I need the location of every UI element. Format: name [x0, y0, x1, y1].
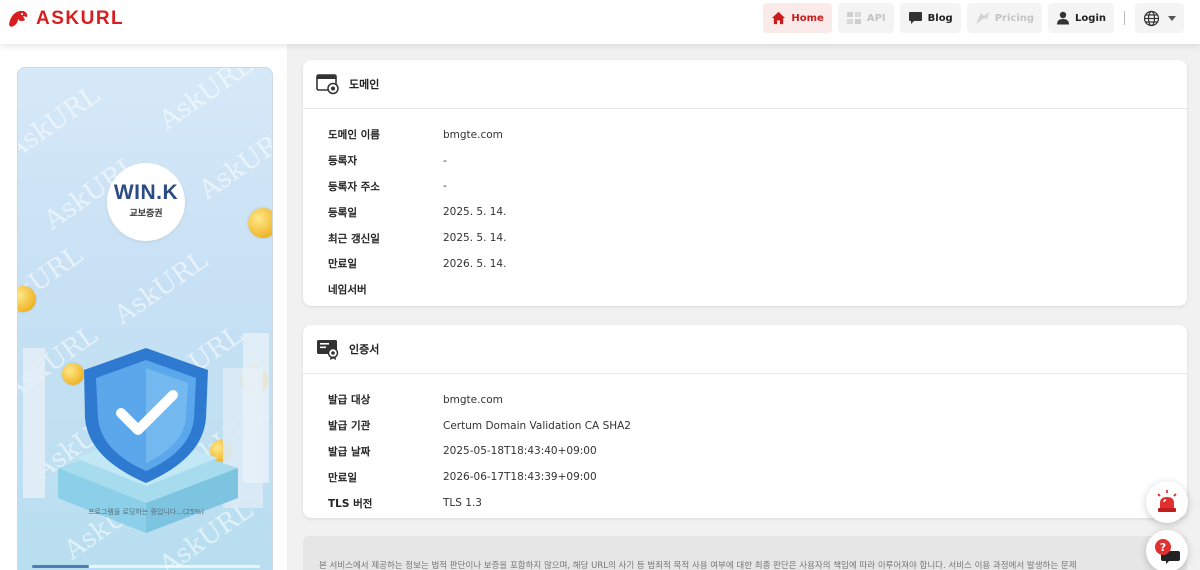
nav-login[interactable]: Login — [1048, 3, 1114, 33]
dragon-logo-icon — [9, 10, 28, 27]
site-screenshot: AskURL AskURL AskURL AskURL AskURL AskUR… — [17, 67, 273, 570]
info-row: 등록자 주소 - — [303, 174, 1187, 200]
logo-main-text: WIN.K — [113, 181, 179, 204]
domain-info-rows: 도메인 이름 bmgte.com 등록자 - 등록자 주소 - 등록일 2025. 5.… — [303, 109, 1187, 303]
nav-divider — [1124, 11, 1125, 25]
certificate-icon — [317, 340, 339, 360]
row-value: Certum Domain Validation CA SHA2 — [443, 419, 631, 432]
card-title: 인증서 — [349, 343, 380, 356]
svg-text:?: ? — [1160, 541, 1166, 554]
row-label: 최근 갱신일 — [328, 232, 380, 245]
info-row: 만료일 2026-06-17T18:43:39+09:00 — [303, 464, 1187, 490]
info-row: 발급 대상 bmgte.com — [303, 387, 1187, 413]
wink-logo: WIN.K 교보증권 — [107, 163, 185, 241]
row-value: TLS 1.3 — [443, 497, 482, 510]
row-label: 발급 대상 — [328, 394, 371, 407]
row-label: 네임서버 — [328, 284, 367, 297]
nav-label: API — [866, 12, 886, 24]
nav-blog[interactable]: Blog — [899, 3, 961, 33]
watermark: AskURL — [154, 67, 259, 136]
nav-home[interactable]: Home — [763, 3, 832, 33]
row-label: 등록일 — [328, 206, 357, 219]
row-value: - — [443, 154, 447, 167]
brand-name: ASKURL — [36, 8, 125, 29]
info-row: 등록자 - — [303, 148, 1187, 174]
info-row: 발급 기관 Certum Domain Validation CA SHA2 — [303, 413, 1187, 439]
row-label: 발급 기관 — [328, 420, 371, 433]
screenshot-panel: AskURL AskURL AskURL AskURL AskURL AskUR… — [0, 44, 287, 570]
domain-info-card: 도메인 도메인 이름 bmgte.com 등록자 - 등록자 주소 - 등록일 2025… — [303, 60, 1187, 306]
home-icon — [772, 11, 786, 25]
info-row: 도메인 이름 bmgte.com — [303, 122, 1187, 148]
nav-label: Login — [1075, 12, 1106, 24]
domain-browser-icon — [316, 74, 339, 95]
row-value: - — [443, 180, 447, 193]
nav-label: Blog — [927, 12, 953, 24]
info-row: TLS 버전 TLS 1.3 — [303, 490, 1187, 516]
row-label: 도메인 이름 — [328, 129, 380, 142]
watermark: AskURL — [194, 120, 273, 206]
top-header: ASKURL Home API Blog Pricing Login — [0, 0, 1200, 44]
info-row: 만료일 2026. 5. 14. — [303, 251, 1187, 277]
row-value: 2026-06-17T18:43:39+09:00 — [443, 471, 597, 484]
info-row: 등록일 2025. 5. 14. — [303, 199, 1187, 225]
chat-bubble-icon — [908, 12, 922, 24]
chevron-down-icon — [1168, 15, 1176, 21]
progress-fill — [32, 565, 89, 568]
brand-logo[interactable]: ASKURL — [6, 7, 124, 31]
info-row: 네임서버 — [303, 277, 1187, 303]
nav-pricing[interactable]: Pricing — [966, 3, 1043, 33]
row-value: bmgte.com — [443, 128, 503, 141]
row-label: 등록자 — [328, 155, 357, 168]
help-chat-button[interactable]: ? — [1146, 530, 1188, 570]
nav-label: Pricing — [994, 12, 1035, 24]
row-value: 2026. 5. 14. — [443, 257, 507, 270]
siren-alarm-icon — [1157, 490, 1177, 512]
row-value: 2025. 5. 14. — [443, 232, 507, 245]
language-selector[interactable] — [1135, 3, 1184, 33]
loading-status: 프로그램을 로딩하는 중입니다...(25%) — [88, 508, 204, 516]
help-chat-icon: ? — [1155, 539, 1180, 564]
info-row: 최근 갱신일 2025. 5. 14. — [303, 225, 1187, 251]
card-header: 도메인 — [303, 60, 1187, 109]
logo-sub-text: 교보증권 — [129, 209, 163, 219]
info-row: 발급 날짜 2025-05-18T18:43:40+09:00 — [303, 439, 1187, 465]
nav-label: Home — [791, 12, 824, 24]
legal-disclaimer: 본 서비스에서 제공하는 정보는 법적 판단이나 보증을 포함하지 않으며, 해… — [303, 536, 1187, 570]
main-nav: Home API Blog Pricing Login — [763, 3, 1184, 33]
row-value: 2025-05-18T18:43:40+09:00 — [443, 445, 597, 458]
report-alarm-button[interactable] — [1146, 481, 1188, 523]
certificate-info-card: 인증서 발급 대상 bmgte.com 발급 기관 Certum Domain Va… — [303, 325, 1187, 518]
globe-icon — [1143, 10, 1160, 26]
loading-progress-bar — [32, 565, 260, 568]
row-label: 발급 날짜 — [328, 445, 371, 458]
row-label: 만료일 — [328, 471, 357, 484]
pricing-icon — [975, 12, 989, 24]
row-label: TLS 버전 — [328, 497, 373, 510]
user-icon — [1057, 11, 1070, 25]
nav-api[interactable]: API — [837, 3, 894, 33]
coin-decoration — [248, 208, 272, 238]
card-title: 도메인 — [349, 78, 380, 91]
api-icon — [846, 12, 861, 24]
certificate-info-rows: 발급 대상 bmgte.com 발급 기관 Certum Domain Valida… — [303, 374, 1187, 516]
security-shield-illustration — [23, 333, 269, 533]
row-value: 2025. 5. 14. — [443, 206, 507, 219]
card-header: 인증서 — [303, 325, 1187, 374]
row-label: 만료일 — [328, 258, 357, 271]
row-label: 등록자 주소 — [328, 180, 380, 193]
row-value: bmgte.com — [443, 393, 503, 406]
watermark: AskURL — [17, 80, 106, 166]
